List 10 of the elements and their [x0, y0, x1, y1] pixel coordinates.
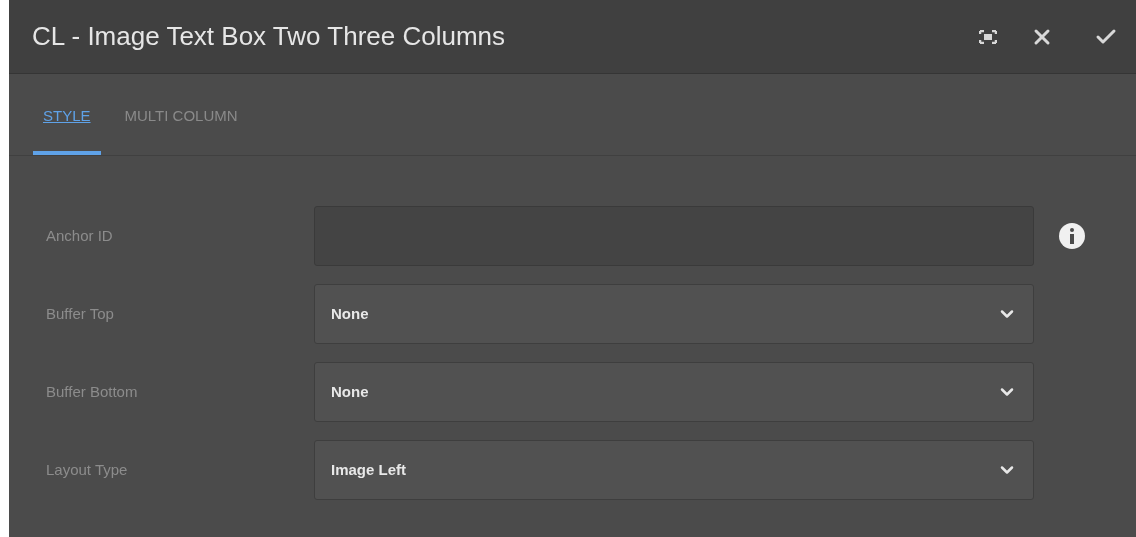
select-dropdown[interactable]: Image Left [314, 440, 1034, 500]
field-label: Layout Type [45, 459, 129, 480]
select-dropdown[interactable]: None [314, 284, 1034, 344]
fullscreen-icon [979, 29, 997, 44]
dialog-title: CL - Image Text Box Two Three Columns [32, 20, 507, 53]
field-label: Buffer Bottom [45, 381, 139, 402]
field-label: Buffer Top [45, 303, 115, 324]
field-label: Anchor ID [45, 225, 114, 246]
tab[interactable]: STYLE [33, 101, 101, 155]
select-dropdown[interactable]: None [314, 362, 1034, 422]
